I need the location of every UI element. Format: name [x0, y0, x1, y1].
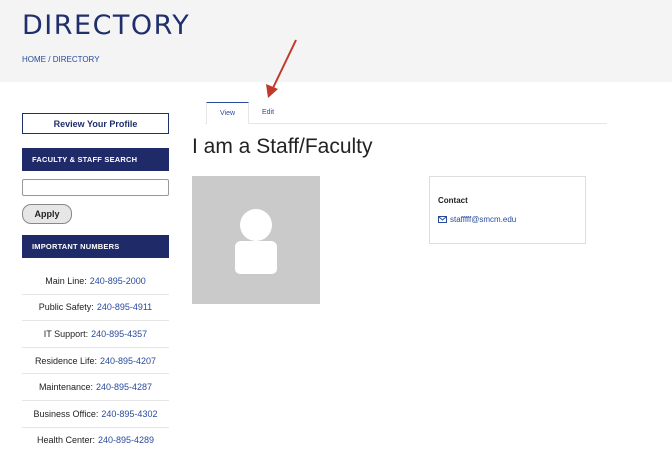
phone-link[interactable]: 240-895-2000: [90, 276, 146, 286]
profile-title: I am a Staff/Faculty: [192, 135, 373, 158]
phone-link[interactable]: 240-895-4287: [96, 382, 152, 392]
list-item: Main Line: 240-895-2000: [22, 268, 169, 295]
search-input[interactable]: [22, 179, 169, 196]
list-item: Residence Life: 240-895-4207: [22, 348, 169, 375]
number-label: Business Office:: [33, 408, 99, 419]
number-label: Maintenance:: [38, 382, 93, 393]
contact-card: Contact stafffff@smcm.edu: [429, 176, 586, 244]
list-item: Business Office: 240-895-4302: [22, 401, 169, 428]
contact-email[interactable]: stafffff@smcm.edu: [438, 215, 516, 224]
avatar-head-icon: [240, 209, 272, 241]
tab-edit[interactable]: Edit: [257, 102, 279, 123]
envelope-icon: [438, 216, 447, 223]
sidebar: Review Your Profile FACULTY & STAFF SEAR…: [22, 113, 169, 453]
profile-tabs: View Edit: [205, 102, 607, 124]
apply-button[interactable]: Apply: [22, 204, 72, 224]
number-label: Residence Life:: [34, 355, 97, 366]
phone-link[interactable]: 240-895-4207: [100, 356, 156, 366]
important-numbers-heading: IMPORTANT NUMBERS: [22, 235, 169, 258]
faculty-staff-search-heading: FACULTY & STAFF SEARCH: [22, 148, 169, 171]
phone-link[interactable]: 240-895-4911: [97, 302, 152, 312]
number-label: Public Safety:: [38, 302, 94, 313]
list-item: IT Support: 240-895-4357: [22, 321, 169, 348]
profile-photo-placeholder: [192, 176, 320, 304]
list-item: Health Center: 240-895-4289: [22, 428, 169, 454]
number-label: Main Line:: [45, 275, 87, 286]
phone-link[interactable]: 240-895-4357: [91, 329, 147, 339]
important-numbers-list: Main Line: 240-895-2000 Public Safety: 2…: [22, 268, 169, 453]
page-header: DIRECTORY HOME / DIRECTORY: [0, 0, 672, 82]
annotation-arrow-icon: [266, 39, 297, 98]
list-item: Public Safety: 240-895-4911: [22, 295, 169, 322]
review-profile-button[interactable]: Review Your Profile: [22, 113, 169, 134]
number-label: IT Support:: [43, 328, 89, 339]
list-item: Maintenance: 240-895-4287: [22, 374, 169, 401]
avatar-body-icon: [235, 241, 277, 274]
phone-link[interactable]: 240-895-4302: [101, 409, 157, 419]
breadcrumb: HOME / DIRECTORY: [22, 55, 100, 64]
breadcrumb-current-link[interactable]: DIRECTORY: [53, 55, 100, 64]
number-label: Health Center:: [36, 435, 95, 446]
breadcrumb-home-link[interactable]: HOME: [22, 55, 46, 64]
page-heading: DIRECTORY: [22, 10, 191, 41]
email-link[interactable]: stafffff@smcm.edu: [450, 215, 516, 224]
tab-view[interactable]: View: [206, 102, 249, 124]
breadcrumb-separator: /: [48, 55, 51, 64]
contact-label: Contact: [438, 196, 468, 205]
phone-link[interactable]: 240-895-4289: [98, 435, 154, 445]
